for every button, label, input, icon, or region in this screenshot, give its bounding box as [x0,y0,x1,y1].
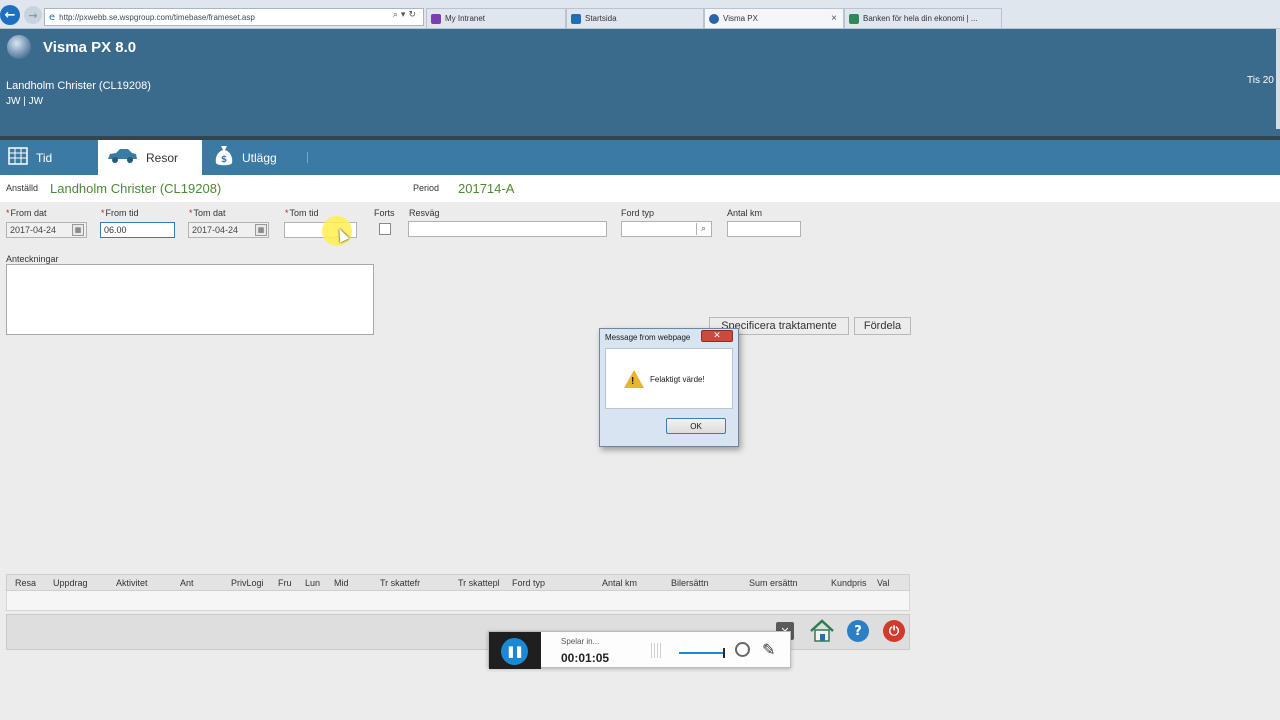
column-header[interactable]: Sum ersättn [749,578,798,588]
column-header[interactable]: Val [877,578,889,588]
resvag-label: Resväg [409,208,440,218]
browser-tab-startsida[interactable]: Startsida [566,8,704,28]
tab-resor[interactable]: Resor [98,140,202,175]
period-value: 201714-A [458,181,515,196]
tab-label: Startsida [585,14,617,23]
column-header[interactable]: Uppdrag [53,578,88,588]
browser-toolbar: ← → e http://pxwebb.se.wspgroup.com/time… [0,0,1280,29]
tab-label: Visma PX [723,14,758,23]
table-row[interactable] [6,591,910,611]
address-url: http://pxwebb.se.wspgroup.com/timebase/f… [59,12,255,22]
dialog-title: Message from webpage [605,333,691,342]
forward-arrow-icon[interactable]: → [24,6,42,24]
user-name: Landholm Christer (CL19208) [6,80,151,92]
message-dialog: Message from webpage ✕ ! Felaktigt värde… [599,328,739,447]
column-header[interactable]: Tr skattepl [458,578,500,588]
car-icon [106,148,138,167]
km-label: Antal km [727,208,763,218]
column-header[interactable]: Resa [15,578,36,588]
period-label: Period [413,183,440,193]
home-icon[interactable] [808,618,836,644]
column-header[interactable]: Aktivitet [116,578,148,588]
tab-label: Utlägg [242,150,277,165]
km-input[interactable] [727,221,801,237]
recording-status: Spelar in... [561,637,600,646]
intranet-favicon-icon [431,13,441,24]
browser-tab-my-intranet[interactable]: My Intranet [426,8,566,28]
forts-checkbox[interactable] [379,223,391,235]
employee-value: Landholm Christer (CL19208) [50,181,222,196]
from-time-label: *From tid [101,208,139,218]
vehicle-type-label: Ford typ [621,208,655,218]
column-header[interactable]: Fru [278,578,292,588]
lookup-icon[interactable]: ⌕ [696,223,710,235]
tab-label: Resor [146,150,179,165]
tab-label: Tid [36,150,53,165]
search-refresh-icon[interactable]: ⌕▾↻ [393,10,419,20]
logout-power-icon[interactable]: ⏻ [883,620,905,642]
resvag-input[interactable] [408,221,607,237]
from-time-input[interactable]: 06.00 [100,222,175,238]
employee-label: Anställd [6,183,39,193]
module-tabs: Tid Resor $ Utlägg [0,140,1280,175]
back-arrow-icon[interactable]: ← [0,5,20,25]
pen-icon[interactable]: ✎ [762,640,775,659]
warning-mark-icon: ! [631,376,635,387]
column-header[interactable]: PrivLogi [231,578,264,588]
help-icon[interactable]: ? [847,620,869,642]
column-header[interactable]: Ant [180,578,194,588]
tab-label: My Intranet [445,14,486,23]
tab-tid[interactable]: Tid [0,140,98,175]
distribute-button[interactable]: Fördela [854,317,911,335]
grid-icon [8,147,28,168]
employee-info-bar: Anställd Landholm Christer (CL19208) Per… [0,175,1280,202]
visma-favicon-icon [709,13,719,24]
visma-logo-icon [7,35,31,59]
ok-button[interactable]: OK [666,418,726,434]
screen-recorder-widget: ❚❚ Spelar in... 00:01:05 ✎ [488,631,791,669]
ie-favicon-icon: e [49,11,56,23]
column-header[interactable]: Antal km [602,578,637,588]
notes-textarea[interactable] [6,264,374,335]
calendar-icon[interactable]: ▦ [72,224,84,236]
webcam-icon[interactable] [735,642,750,657]
column-header[interactable]: Tr skattefr [380,578,420,588]
close-icon[interactable]: ✕ [701,330,733,342]
column-header[interactable]: Ford typ [512,578,545,588]
from-date-label: *From dat [6,208,47,218]
audio-level-icon [651,643,663,658]
column-header[interactable]: Mid [334,578,349,588]
close-tab-icon[interactable]: × [831,13,837,24]
tab-divider [307,152,308,163]
to-date-label: *Tom dat [189,208,226,218]
header-scrollbar[interactable] [1276,29,1280,129]
browser-tab-visma-px[interactable]: Visma PX × [704,8,844,28]
money-bag-icon: $ [214,145,234,170]
column-header[interactable]: Lun [305,578,320,588]
dialog-body: ! Felaktigt värde! [605,348,733,409]
address-bar[interactable]: e http://pxwebb.se.wspgroup.com/timebase… [44,8,424,26]
column-header[interactable]: Kundpris [831,578,867,588]
sharepoint-favicon-icon [571,13,581,24]
calendar-icon[interactable]: ▦ [255,224,267,236]
bank-favicon-icon [849,13,859,24]
forts-label: Forts [374,208,395,218]
tab-utlagg[interactable]: $ Utlägg [202,140,307,175]
app-header: Visma PX 8.0 Landholm Christer (CL19208)… [0,29,1280,136]
browser-tab-banken[interactable]: Banken för hela din ekonomi | ... [844,8,1002,28]
app-title: Visma PX 8.0 [43,39,137,56]
trips-table-header: Resa Uppdrag Aktivitet Ant PrivLogi Fru … [6,574,910,591]
to-time-label: *Tom tid [285,208,319,218]
date-label: Tis 20 [1247,75,1274,86]
column-header[interactable]: Bilersättn [671,578,709,588]
pause-icon[interactable]: ❚❚ [501,638,528,665]
notes-label: Anteckningar [6,254,59,264]
user-initials: JW | JW [6,96,44,107]
tab-label: Banken för hela din ekonomi | ... [863,14,978,23]
dialog-message: Felaktigt värde! [650,375,705,384]
recording-time: 00:01:05 [561,651,610,665]
svg-text:$: $ [221,155,227,165]
volume-slider[interactable] [679,652,725,654]
volume-slider-handle[interactable] [723,648,725,658]
